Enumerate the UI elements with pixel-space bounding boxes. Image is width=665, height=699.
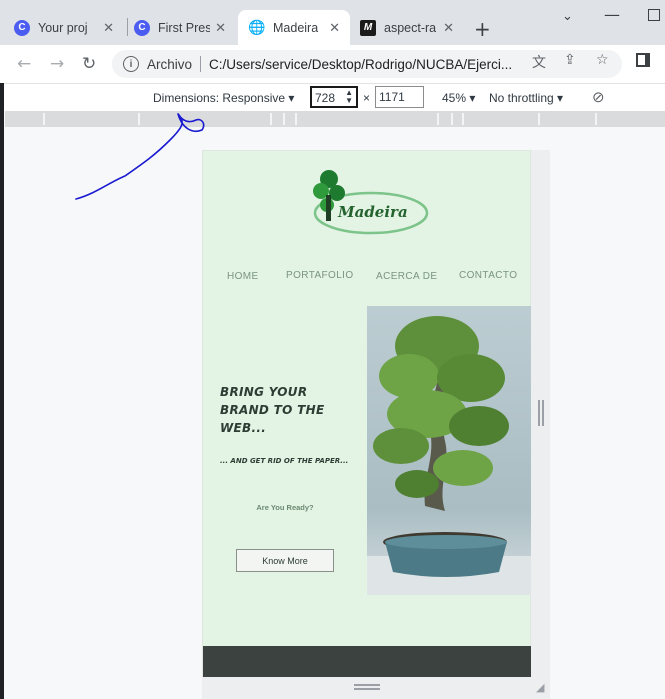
times-sign: × xyxy=(363,91,371,105)
resize-handle-right[interactable] xyxy=(538,400,544,426)
tab-aspect-ratio[interactable]: M aspect-ra ✕ xyxy=(360,10,464,45)
tab-your-project[interactable]: C Your proj ✕ xyxy=(14,10,124,45)
new-tab-icon[interactable]: + xyxy=(474,17,491,41)
throttling-select[interactable]: No throttling ▾ xyxy=(489,91,563,105)
nav-home[interactable]: HOME xyxy=(227,271,259,282)
device-toolbar: Dimensions: Responsive ▾ 728 ▲ ▼ × 1171 45… xyxy=(0,83,665,111)
close-icon[interactable]: ✕ xyxy=(215,20,226,36)
close-icon[interactable]: ✕ xyxy=(443,20,454,36)
info-icon[interactable]: i xyxy=(123,56,139,72)
hand-drawn-arrow xyxy=(75,113,205,200)
devtools-edge xyxy=(0,83,4,699)
tab-madeira[interactable]: 🌐 Madeira ✕ xyxy=(238,10,350,45)
side-panel-icon[interactable] xyxy=(636,53,650,67)
share-icon[interactable]: ⇪ xyxy=(564,52,576,68)
forward-icon[interactable]: → xyxy=(50,54,64,74)
emulated-viewport: Madeira HOME PORTAFOLIO ACERCA DE CONTAC… xyxy=(202,150,532,678)
tab-title: Your proj xyxy=(38,20,88,35)
tab-title: First Pres xyxy=(158,20,210,35)
width-value: 728 xyxy=(315,91,336,105)
rotate-icon[interactable]: ⊘ xyxy=(592,88,605,106)
tab-title: aspect-ra xyxy=(384,20,436,35)
zoom-select[interactable]: 45% ▾ xyxy=(442,91,475,105)
back-icon[interactable]: ← xyxy=(17,54,31,74)
minimize-icon[interactable]: — xyxy=(604,5,620,24)
hero-subline: ... AND GET RID OF THE PAPER... xyxy=(220,457,349,465)
canva-icon: C xyxy=(14,19,30,36)
height-input[interactable]: 1171 xyxy=(375,86,424,108)
logo-wordmark: Madeira xyxy=(338,203,408,221)
canva-icon: C xyxy=(134,19,150,36)
tab-strip: C Your proj ✕ C First Pres ✕ 🌐 Madeira ✕… xyxy=(0,0,665,45)
close-icon[interactable]: ✕ xyxy=(329,20,340,36)
bonsai-photo xyxy=(367,306,531,595)
divider xyxy=(200,56,202,72)
site-footer xyxy=(203,646,532,678)
translate-icon[interactable]: 文 xyxy=(532,52,546,72)
width-input[interactable]: 728 ▲ ▼ xyxy=(310,86,358,108)
dimensions-select[interactable]: Dimensions: Responsive ▾ xyxy=(153,91,294,105)
bonsai-image xyxy=(367,316,531,595)
nav-acerca-de[interactable]: ACERCA DE xyxy=(376,271,437,282)
hero-ready: Are You Ready? xyxy=(256,503,314,512)
nav-portafolio[interactable]: PORTAFOLIO xyxy=(286,270,354,281)
scheme-label: Archivo xyxy=(147,56,193,72)
reload-icon[interactable]: ↻ xyxy=(82,54,96,74)
resize-handle-bottom[interactable] xyxy=(354,684,380,690)
maximize-icon[interactable] xyxy=(648,9,660,21)
resize-corner-icon[interactable]: ◢ xyxy=(536,681,544,694)
mdn-icon: M xyxy=(360,19,376,36)
close-icon[interactable]: ✕ xyxy=(103,20,114,36)
globe-icon: 🌐 xyxy=(248,19,266,35)
chevron-down-icon[interactable]: ⌄ xyxy=(562,9,573,24)
browser-toolbar: ← → ↻ i Archivo C:/Users/service/Desktop… xyxy=(0,45,665,83)
stepper-icon[interactable]: ▲ ▼ xyxy=(345,89,353,105)
madeira-logo[interactable]: Madeira xyxy=(311,169,436,241)
hero-headline: BRING YOUR BRAND TO THE WEB... xyxy=(220,385,325,435)
tab-title: Madeira xyxy=(273,20,319,35)
know-more-button[interactable]: Know More xyxy=(236,549,334,572)
url-text[interactable]: C:/Users/service/Desktop/Rodrigo/NUCBA/E… xyxy=(209,57,524,72)
tab-divider xyxy=(127,18,128,36)
dimensions-label: Dimensions: Responsive xyxy=(153,91,286,105)
bookmark-star-icon[interactable]: ☆ xyxy=(596,52,609,68)
throttling-value: No throttling xyxy=(489,91,554,105)
nav-contacto[interactable]: CONTACTO xyxy=(459,270,517,281)
zoom-value: 45% xyxy=(442,91,467,105)
tab-first-presentation[interactable]: C First Pres ✕ xyxy=(134,10,236,45)
